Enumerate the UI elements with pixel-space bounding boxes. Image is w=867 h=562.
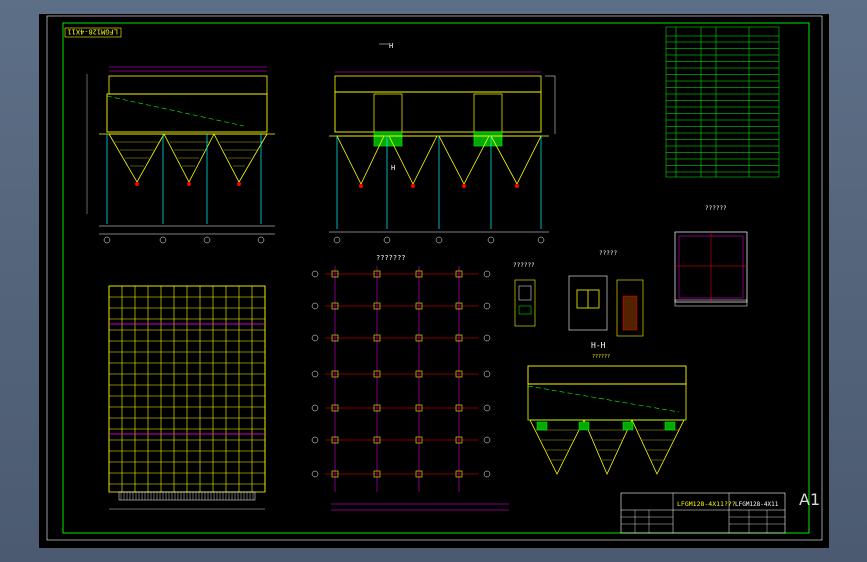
top-plan-view[interactable] [108,285,266,510]
front-elevation[interactable] [86,66,275,244]
detail-2-title: ????? [599,250,617,257]
section-subtitle: ?????? [592,354,610,360]
section-marker-top: H [389,42,393,50]
side-elevation[interactable]: H H [329,42,556,244]
detail-1-title: ?????? [513,262,535,269]
foundation-plan[interactable]: ??????? [311,254,509,511]
parts-table[interactable] [665,26,780,178]
outer-frame [46,15,823,541]
detail-1[interactable]: ?????? [513,262,536,327]
plan-title: ??????? [376,254,406,262]
detail-3-title: ?????? [705,205,727,212]
section-marker-bottom: H [391,164,395,172]
drawing-border [62,22,810,534]
title-block-code: LFGM128-4X11 [735,501,779,508]
detail-3[interactable]: ?????? [674,205,748,307]
section-title: H-H [591,341,606,350]
sheet-size-label: A1 [799,490,821,509]
title-block[interactable]: LFGM128-4X11??? LFGM128-4X11 [620,492,786,534]
title-block-name: LFGM128-4X11??? [677,500,736,508]
detail-2[interactable]: ????? [568,250,644,337]
top-left-stamp: LFGM128-4X11 [67,28,118,36]
cad-drawing-canvas[interactable]: LFGM128-4X11 H H ??????? ?????? ????? ??… [39,14,829,548]
drawing-sheet: LFGM128-4X11 H H ??????? ?????? ????? ??… [46,15,823,541]
section-h-h[interactable]: H-H ?????? [527,341,687,475]
